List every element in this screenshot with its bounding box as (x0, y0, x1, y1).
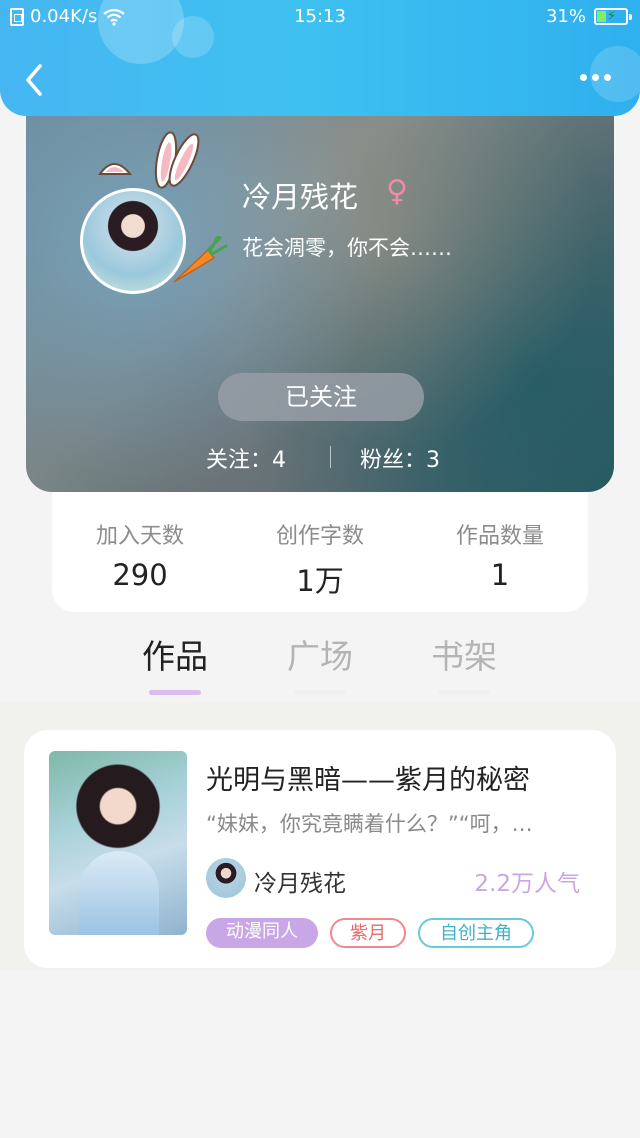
tab-plaza[interactable]: 广场 (260, 630, 380, 695)
clock: 15:13 (294, 6, 346, 27)
tab-indicator (438, 690, 490, 695)
stat-label: 作品数量 (455, 524, 544, 549)
tab-label: 书架 (431, 637, 497, 676)
divider (330, 446, 331, 468)
stat-label: 加入天数 (95, 524, 184, 549)
stat-value: 1万 (296, 564, 344, 598)
profile-screen: 0.04K/s 15:13 31% ⚡ 冷月残花 ♀ 花会凋零，你不会…… 已关… (0, 0, 640, 1138)
work-snippet: “妹妹，你究竟瞒着什么？”“呵，… (206, 812, 533, 836)
stat-word-count: 创作字数 1万 (240, 518, 400, 600)
stats-card: 加入天数 290 创作字数 1万 作品数量 1 (52, 492, 588, 612)
profile-card: 冷月残花 ♀ 花会凋零，你不会…… 已关注 关注：4 粉丝：3 (26, 90, 614, 492)
tab-works[interactable]: 作品 (115, 630, 235, 695)
status-bar: 0.04K/s 15:13 31% ⚡ (0, 0, 640, 36)
carrot-icon (173, 236, 228, 283)
tab-bookshelf[interactable]: 书架 (404, 630, 524, 695)
fans-count[interactable]: 粉丝：3 (360, 442, 440, 474)
popularity-count: 2.2万人气 (474, 871, 580, 897)
more-dots-icon (580, 74, 587, 81)
followed-button[interactable]: 已关注 (218, 373, 424, 421)
follow-stats-row: 关注：4 粉丝：3 (26, 442, 614, 474)
stat-label: 创作字数 (275, 524, 364, 549)
work-card[interactable]: 光明与黑暗——紫月的秘密 “妹妹，你究竟瞒着什么？”“呵，… 冷月残花 2.2万… (24, 730, 616, 968)
bunny-ears-icon (98, 131, 200, 189)
tab-label: 广场 (287, 637, 353, 676)
tag-fan-fiction[interactable]: 动漫同人 (206, 918, 318, 948)
tab-bar: 作品 广场 书架 (0, 630, 640, 700)
author-avatar (206, 858, 246, 898)
more-button[interactable] (580, 74, 614, 84)
tab-label: 作品 (142, 637, 208, 676)
stat-value: 1 (490, 558, 510, 592)
tab-indicator (294, 690, 346, 695)
tag-ziyue[interactable]: 紫月 (330, 918, 406, 948)
female-gender-icon: ♀ (386, 174, 408, 209)
more-dots-icon (604, 74, 611, 81)
author-name: 冷月残花 (254, 871, 346, 897)
header-bar: 0.04K/s 15:13 31% ⚡ (0, 0, 640, 116)
stat-works-count: 作品数量 1 (420, 518, 580, 592)
more-dots-icon (592, 74, 599, 81)
avatar-frame[interactable] (76, 130, 228, 300)
tag-original-protagonist[interactable]: 自创主角 (418, 918, 534, 948)
battery-icon: ⚡ (594, 8, 632, 25)
stat-join-days: 加入天数 290 (60, 518, 220, 592)
stat-value: 290 (112, 558, 168, 592)
tab-indicator (149, 690, 201, 695)
work-title: 光明与黑暗——紫月的秘密 (206, 765, 530, 796)
chevron-left-icon (26, 64, 42, 96)
username: 冷月残花 (242, 180, 359, 214)
following-count[interactable]: 关注：4 (206, 442, 286, 474)
battery-percent: 31% (545, 6, 586, 27)
book-cover-image (49, 751, 187, 935)
user-signature: 花会凋零，你不会…… (242, 236, 452, 260)
back-button[interactable] (20, 60, 50, 100)
